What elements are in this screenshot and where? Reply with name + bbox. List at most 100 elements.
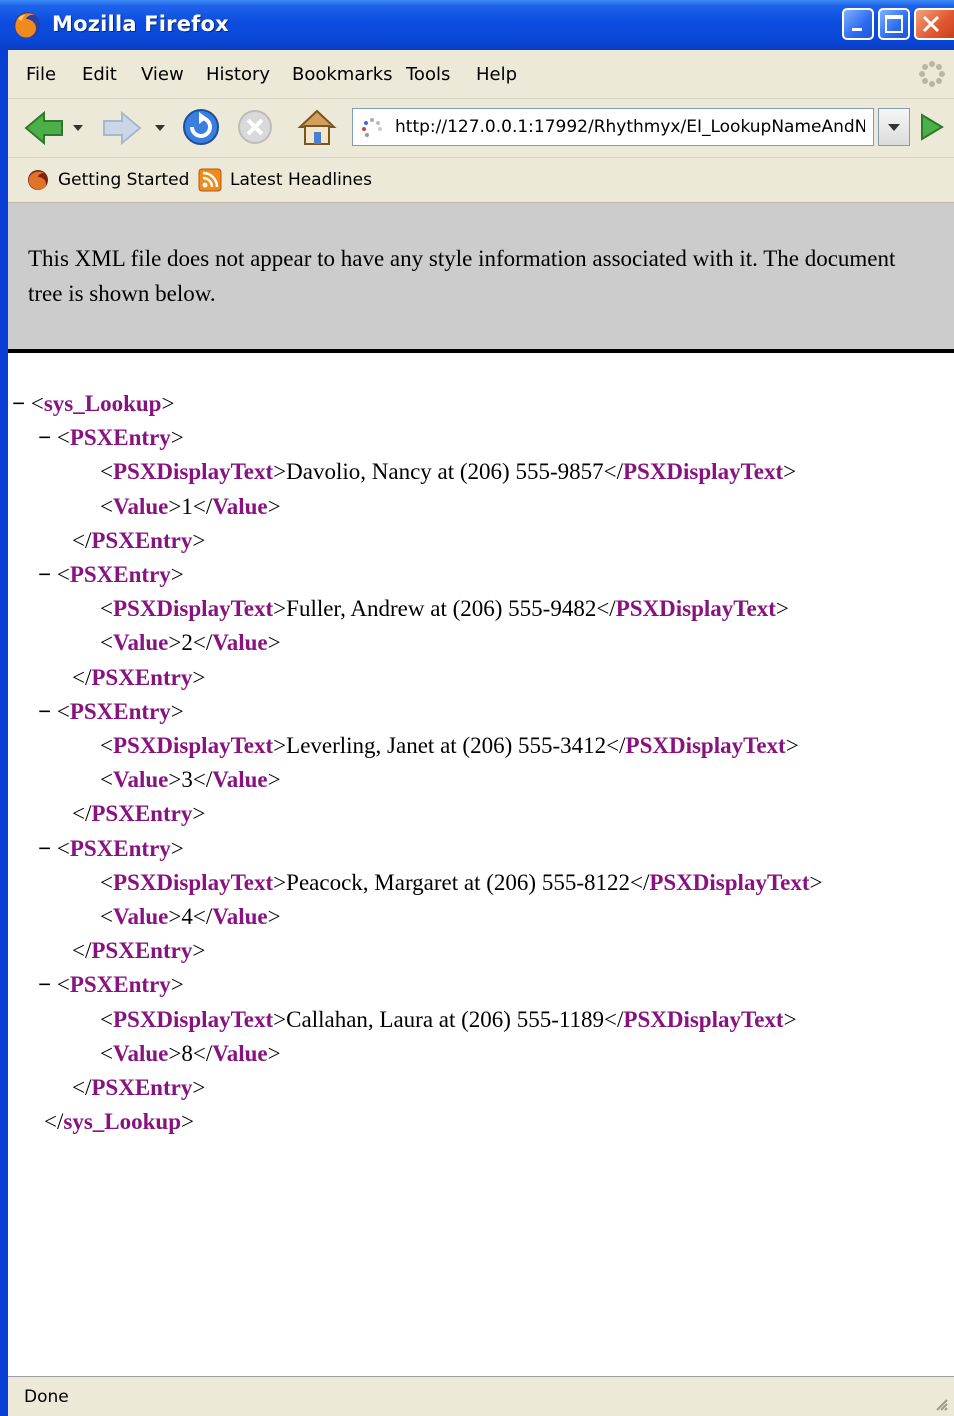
tag-bracket: < — [100, 767, 113, 792]
bookmark-latest-headlines[interactable]: Latest Headlines — [198, 168, 378, 192]
tag-bracket: < — [56, 836, 70, 861]
tag-bracket: </ — [72, 1075, 92, 1100]
go-arrow-icon[interactable] — [914, 111, 948, 143]
navigation-toolbar: http://127.0.0.1:17992/Rhythmyx/EI_Looku… — [8, 99, 954, 158]
back-dropdown-icon[interactable] — [72, 123, 84, 133]
tag-bracket: < — [56, 972, 70, 997]
tag-bracket: </ — [72, 801, 92, 826]
collapse-toggle[interactable]: − — [38, 699, 57, 724]
tag-bracket: > — [809, 870, 823, 895]
tag-bracket: > — [192, 1075, 206, 1100]
xml-tag-name: PSXDisplayText — [615, 596, 776, 621]
collapse-toggle[interactable]: − — [38, 836, 57, 861]
xml-tag-name: PSXDisplayText — [112, 1007, 274, 1032]
xml-tag-name: PSXDisplayText — [623, 1007, 784, 1032]
tag-bracket: < — [100, 870, 113, 895]
browser-window: Mozilla Firefox File Edit View History B… — [0, 0, 954, 1416]
rss-feed-icon — [198, 168, 222, 192]
collapse-toggle[interactable]: − — [12, 391, 31, 416]
menu-edit[interactable]: Edit — [82, 64, 117, 85]
xml-entry-open: − <PSXEntry> — [38, 695, 184, 729]
collapse-toggle[interactable]: − — [38, 562, 57, 587]
tag-bracket: < — [100, 904, 113, 929]
tag-bracket: > — [273, 870, 287, 895]
xml-tag-name: Value — [212, 630, 268, 655]
collapse-toggle[interactable]: − — [38, 972, 57, 997]
forward-arrow-icon[interactable] — [100, 109, 144, 147]
xml-tag-name: PSXDisplayText — [112, 733, 274, 758]
xml-tag-name: PSXEntry — [69, 425, 171, 450]
address-bar[interactable]: http://127.0.0.1:17992/Rhythmyx/EI_Looku… — [352, 108, 874, 146]
tag-bracket: > — [192, 801, 206, 826]
minimize-button[interactable] — [842, 8, 874, 40]
tag-bracket: > — [267, 630, 281, 655]
tag-bracket: </ — [596, 596, 616, 621]
tag-bracket: < — [100, 630, 113, 655]
url-text[interactable]: http://127.0.0.1:17992/Rhythmyx/EI_Looku… — [395, 117, 865, 137]
xml-tag-name: PSXEntry — [69, 836, 171, 861]
close-icon — [922, 15, 940, 33]
xml-style-notice: This XML file does not appear to have an… — [8, 203, 954, 353]
maximize-button[interactable] — [878, 8, 910, 40]
xml-entry-open: − <PSXEntry> — [38, 832, 184, 866]
stop-icon[interactable] — [236, 108, 274, 146]
tag-bracket: < — [100, 733, 113, 758]
menu-file[interactable]: File — [26, 64, 56, 85]
menu-bar: File Edit View History Bookmarks Tools H… — [8, 50, 954, 99]
display-text: Fuller, Andrew at (206) 555-9482 — [286, 596, 597, 621]
collapse-toggle[interactable]: − — [38, 425, 57, 450]
bookmark-label: Latest Headlines — [230, 170, 372, 190]
bookmark-getting-started[interactable]: Getting Started — [26, 168, 196, 192]
tag-bracket: > — [273, 596, 287, 621]
xml-display-line: <PSXDisplayText>Davolio, Nancy at (206) … — [100, 455, 796, 489]
resize-grip-icon[interactable] — [932, 1395, 948, 1411]
tag-bracket: > — [273, 733, 287, 758]
forward-dropdown-icon[interactable] — [154, 123, 166, 133]
tag-bracket: > — [168, 494, 182, 519]
tag-bracket: > — [170, 699, 184, 724]
tag-bracket: </ — [629, 870, 650, 895]
back-arrow-icon[interactable] — [22, 109, 66, 147]
home-icon[interactable] — [296, 106, 338, 148]
menu-tools[interactable]: Tools — [406, 64, 450, 85]
value-text: 1 — [181, 494, 193, 519]
reload-icon[interactable] — [180, 106, 222, 148]
tag-bracket: < — [100, 494, 113, 519]
tag-bracket: > — [168, 630, 182, 655]
close-button[interactable] — [914, 8, 954, 40]
xml-value-line: <Value>8</Value> — [100, 1037, 281, 1071]
tag-bracket: > — [785, 733, 799, 758]
tag-bracket: > — [267, 1041, 281, 1066]
url-history-dropdown[interactable] — [878, 108, 910, 146]
xml-tag-name: PSXEntry — [69, 972, 171, 997]
xml-tag-name: PSXDisplayText — [112, 596, 274, 621]
xml-display-line: <PSXDisplayText>Peacock, Margaret at (20… — [100, 866, 823, 900]
xml-entry-close: </PSXEntry> — [72, 524, 205, 558]
menu-help[interactable]: Help — [476, 64, 517, 85]
xml-value-line: <Value>3</Value> — [100, 763, 281, 797]
xml-tag-name: PSXDisplayText — [625, 733, 786, 758]
tag-bracket: < — [100, 596, 113, 621]
status-text: Done — [24, 1387, 69, 1407]
menu-bookmarks[interactable]: Bookmarks — [292, 64, 393, 85]
bookmark-label: Getting Started — [58, 170, 190, 190]
tag-bracket: > — [168, 904, 182, 929]
tag-bracket: </ — [192, 494, 213, 519]
browser-client: File Edit View History Bookmarks Tools H… — [8, 50, 954, 1416]
xml-tag-name: PSXDisplayText — [112, 459, 274, 484]
chevron-down-icon — [888, 124, 900, 131]
display-text: Peacock, Margaret at (206) 555-8122 — [286, 870, 630, 895]
page-content: This XML file does not appear to have an… — [8, 203, 954, 1376]
tag-bracket: </ — [606, 733, 626, 758]
tag-bracket: > — [192, 938, 206, 963]
title-bar[interactable]: Mozilla Firefox — [0, 0, 954, 50]
menu-view[interactable]: View — [141, 64, 184, 85]
xml-display-line: <PSXDisplayText>Leverling, Janet at (206… — [100, 729, 799, 763]
tag-bracket: </ — [604, 1007, 624, 1032]
tag-bracket: > — [168, 1041, 182, 1066]
tag-bracket: > — [192, 528, 206, 553]
xml-tag-name: PSXEntry — [69, 699, 171, 724]
xml-entry-close: </PSXEntry> — [72, 1071, 205, 1105]
xml-tag-name: Value — [112, 494, 169, 519]
menu-history[interactable]: History — [206, 64, 270, 85]
